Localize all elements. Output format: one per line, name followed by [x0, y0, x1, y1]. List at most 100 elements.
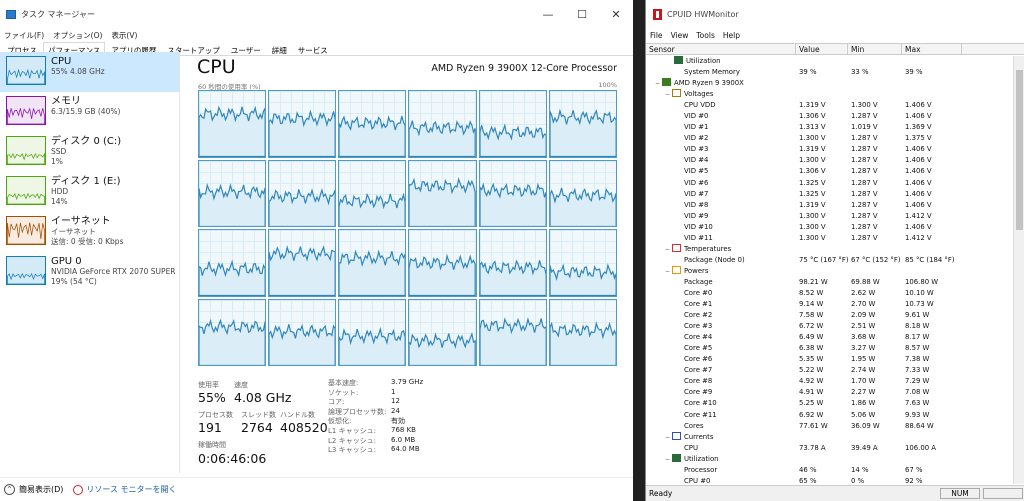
hw-menu-item[interactable]: File: [650, 31, 663, 40]
sensor-row[interactable]: Core #0 8.52 W 2.62 W 10.10 W: [646, 288, 1013, 299]
sensor-row[interactable]: − Utilization: [646, 453, 1013, 465]
sensor-row[interactable]: − Voltages: [646, 89, 1013, 100]
close-button[interactable]: ✕: [599, 8, 633, 21]
sensor-value: [796, 56, 848, 67]
sidebar-item-3[interactable]: ディスク 1 (E:) HDD 14%: [0, 172, 179, 212]
sidebar-item-5[interactable]: GPU 0 NVIDIA GeForce RTX 2070 SUPER 19% (5…: [0, 252, 179, 292]
sensor-value: 6.38 W: [799, 344, 824, 353]
sensor-min: [848, 56, 902, 67]
scrollbar-thumb[interactable]: [1016, 70, 1023, 230]
sidebar-item-1[interactable]: メモリ 6.3/15.9 GB (40%): [0, 92, 179, 132]
sensor-row[interactable]: Core #9 4.91 W 2.27 W 7.08 W: [646, 387, 1013, 398]
sensor-row[interactable]: Core #5 6.38 W 3.27 W 8.57 W: [646, 343, 1013, 354]
sensor-row[interactable]: Processor 46 % 14 % 67 %: [646, 465, 1013, 476]
sensor-row[interactable]: VID #9 1.300 V 1.287 V 1.412 V: [646, 211, 1013, 222]
spec-value: 1: [391, 387, 396, 396]
sensor-name-cell: VID #7: [646, 189, 796, 200]
sensor-row[interactable]: VID #5 1.306 V 1.287 V 1.406 V: [646, 166, 1013, 177]
sensor-max: 1.406 V: [905, 167, 932, 176]
menu-item[interactable]: オプション(O): [53, 30, 102, 41]
sensor-name-cell: − Utilization: [646, 453, 796, 465]
status-text: Ready: [649, 489, 673, 498]
col-max[interactable]: Max: [902, 44, 962, 54]
sensor-row[interactable]: Core #8 4.92 W 1.70 W 7.29 W: [646, 376, 1013, 387]
tree-toggle-icon[interactable]: −: [664, 244, 671, 255]
processor-name: AMD Ryzen 9 3900X 12-Core Processor: [431, 63, 617, 74]
sensor-table-header: Sensor Value Min Max: [646, 43, 1024, 55]
sensor-row[interactable]: VID #3 1.319 V 1.287 V 1.406 V: [646, 144, 1013, 155]
tree-toggle-icon[interactable]: −: [664, 266, 671, 277]
tree-toggle-icon[interactable]: −: [664, 432, 671, 443]
sensor-row[interactable]: VID #11 1.300 V 1.287 V 1.412 V: [646, 233, 1013, 244]
tree-toggle-icon[interactable]: −: [664, 89, 671, 100]
sidebar-item-2[interactable]: ディスク 0 (C:) SSD 1%: [0, 132, 179, 172]
sensor-row[interactable]: CPU 73.78 A 39.49 A 106.00 A: [646, 443, 1013, 454]
tree-toggle-icon[interactable]: −: [664, 454, 671, 465]
sensor-row[interactable]: − Temperatures: [646, 243, 1013, 255]
tree-toggle-icon[interactable]: −: [654, 78, 661, 89]
sensor-name: CPU VDD: [684, 101, 716, 110]
sensor-row[interactable]: Core #1 9.14 W 2.70 W 10.73 W: [646, 299, 1013, 310]
vertical-scrollbar[interactable]: [1013, 56, 1024, 484]
sensor-name: Processor: [684, 465, 718, 474]
sensor-value: [796, 266, 848, 277]
sensor-row[interactable]: VID #10 1.300 V 1.287 V 1.406 V: [646, 222, 1013, 233]
sensor-row[interactable]: VID #7 1.325 V 1.287 V 1.406 V: [646, 189, 1013, 200]
sensor-min: 1.95 W: [851, 355, 876, 364]
logical-cpu-graph: [338, 298, 407, 366]
sensor-max: 7.29 W: [905, 377, 930, 386]
sensor-row[interactable]: VID #1 1.313 V 1.019 V 1.369 V: [646, 122, 1013, 133]
minimize-button[interactable]: —: [531, 8, 565, 21]
col-min[interactable]: Min: [848, 44, 902, 54]
sensor-value: 46 %: [799, 465, 817, 474]
menu-item[interactable]: 表示(V): [111, 30, 137, 41]
sensor-tree: Utilization System Memory 39 % 33 % 39 % − AMD…: [646, 56, 1013, 484]
sensor-row[interactable]: Core #4 6.49 W 3.68 W 8.17 W: [646, 332, 1013, 343]
sensor-row[interactable]: CPU #0 65 % 0 % 92 %: [646, 476, 1013, 484]
sensor-row[interactable]: VID #8 1.319 V 1.287 V 1.406 V: [646, 200, 1013, 211]
hw-menu-item[interactable]: Tools: [696, 31, 714, 40]
col-value[interactable]: Value: [796, 44, 848, 54]
sensor-row[interactable]: Core #3 6.72 W 2.51 W 8.18 W: [646, 321, 1013, 332]
hw-menu-item[interactable]: Help: [723, 31, 740, 40]
sensor-row[interactable]: − AMD Ryzen 9 3900X: [646, 78, 1013, 89]
maximize-button[interactable]: ☐: [565, 8, 599, 21]
sensor-row[interactable]: Package (Node 0) 75 °C (167 °F) 67 °C (152…: [646, 255, 1013, 266]
process-count-value: 191: [198, 420, 222, 435]
chevron-up-icon[interactable]: ⌃: [4, 484, 15, 495]
sensor-row[interactable]: − Powers: [646, 265, 1013, 277]
sensor-name: Core #8: [684, 377, 713, 386]
sensor-row[interactable]: Core #7 5.22 W 2.74 W 7.33 W: [646, 365, 1013, 376]
sensor-row[interactable]: Core #6 5.35 W 1.95 W 7.38 W: [646, 354, 1013, 365]
sensor-value: 75 °C (167 °F): [799, 255, 849, 264]
sidebar-item-name: メモリ: [51, 96, 81, 107]
sensor-name: Core #6: [684, 355, 713, 364]
sensor-row[interactable]: Utilization: [646, 56, 1013, 67]
sidebar-item-4[interactable]: イーサネット イーサネット 送信: 0 受信: 0 Kbps: [0, 212, 179, 252]
sensor-name-cell: CPU VDD: [646, 100, 796, 111]
sensor-row[interactable]: Core #11 6.92 W 5.06 W 9.93 W: [646, 410, 1013, 421]
sensor-row[interactable]: VID #2 1.300 V 1.287 V 1.375 V: [646, 133, 1013, 144]
sensor-row[interactable]: CPU VDD 1.319 V 1.300 V 1.406 V: [646, 100, 1013, 111]
sensor-max: [902, 56, 962, 67]
sensor-row[interactable]: Cores 77.61 W 36.09 W 88.64 W: [646, 421, 1013, 432]
sensor-row[interactable]: VID #4 1.300 V 1.287 V 1.406 V: [646, 155, 1013, 166]
hw-menu-item[interactable]: View: [671, 31, 689, 40]
menu-item[interactable]: ファイル(F): [4, 30, 44, 41]
sensor-min: 2.62 W: [851, 288, 876, 297]
fewer-details-link[interactable]: 簡易表示(D): [19, 484, 63, 495]
logical-cpu-graph: [198, 90, 267, 158]
logical-cpu-graph: [268, 159, 337, 227]
sidebar-item-0[interactable]: CPU 55% 4.08 GHz: [0, 52, 179, 92]
sensor-row[interactable]: Package 98.21 W 69.88 W 106.80 W: [646, 277, 1013, 288]
sensor-value: 5.22 W: [799, 366, 824, 375]
sensor-row[interactable]: − Currents: [646, 431, 1013, 443]
spec-value: 24: [391, 406, 400, 415]
sensor-row[interactable]: VID #6 1.325 V 1.287 V 1.406 V: [646, 178, 1013, 189]
sensor-row[interactable]: VID #0 1.306 V 1.287 V 1.406 V: [646, 111, 1013, 122]
open-resource-monitor-link[interactable]: リソース モニターを開く: [73, 484, 177, 495]
sensor-row[interactable]: Core #10 5.25 W 1.86 W 7.63 W: [646, 398, 1013, 409]
sensor-row[interactable]: Core #2 7.58 W 2.09 W 9.61 W: [646, 310, 1013, 321]
sensor-row[interactable]: System Memory 39 % 33 % 39 %: [646, 67, 1013, 78]
col-sensor[interactable]: Sensor: [646, 44, 796, 54]
